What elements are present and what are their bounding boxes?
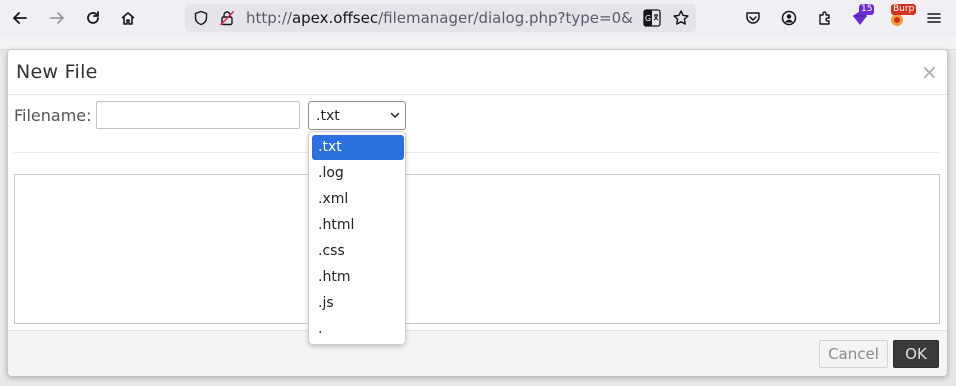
account-icon	[781, 10, 797, 26]
extension-option[interactable]: .html	[312, 213, 404, 238]
extension-selected-value: .txt	[316, 108, 340, 124]
close-icon[interactable]: ×	[921, 60, 938, 84]
url-bar[interactable]: http://apex.offsec/filemanager/dialog.ph…	[185, 4, 696, 32]
back-arrow-icon	[13, 12, 27, 24]
extension-option[interactable]: .htm	[312, 265, 404, 290]
extension-option[interactable]: .js	[312, 291, 404, 316]
burp-button[interactable]: Burp	[883, 4, 917, 30]
new-file-dialog: New File × Filename: .txt Cancel OK	[7, 49, 948, 376]
filename-label: Filename:	[14, 106, 92, 125]
pocket-icon	[746, 12, 760, 24]
url-host: apex.offsec	[291, 9, 379, 27]
extension-option[interactable]: .log	[312, 161, 404, 186]
forward-arrow-icon	[50, 12, 64, 24]
url-prefix: http://	[246, 9, 292, 27]
file-content-textarea[interactable]	[14, 174, 940, 324]
cancel-button[interactable]: Cancel	[819, 340, 888, 368]
insecure-lock-icon[interactable]	[219, 10, 235, 26]
extension-option[interactable]: .	[312, 317, 404, 342]
menu-button[interactable]	[920, 6, 948, 30]
bookmark-star-icon[interactable]	[672, 9, 690, 27]
extension-count-badge: 15	[859, 4, 875, 15]
extensions-button[interactable]	[811, 6, 839, 30]
filename-input[interactable]	[96, 101, 300, 129]
shield-icon[interactable]	[193, 10, 209, 26]
burp-label: Burp	[891, 4, 917, 15]
pocket-button[interactable]	[739, 6, 767, 30]
home-icon	[121, 12, 135, 25]
extensions-puzzle-icon	[819, 11, 830, 25]
chevron-down-icon	[390, 112, 400, 118]
reload-icon	[87, 11, 99, 24]
ok-button[interactable]: OK	[893, 340, 939, 368]
menu-icon	[927, 13, 941, 23]
reload-button[interactable]	[79, 6, 107, 30]
dialog-title: New File	[16, 61, 98, 83]
url-path: /filemanager/dialog.php?type=0&lang=	[378, 9, 634, 27]
extension-dropdown-list[interactable]: .txt .log .xml .html .css .htm .js .	[308, 131, 406, 345]
browser-toolbar: http://apex.offsec/filemanager/dialog.ph…	[0, 0, 956, 37]
account-button[interactable]	[775, 6, 803, 30]
form-divider	[14, 152, 939, 153]
extension-option[interactable]: .txt	[312, 135, 404, 160]
translate-icon[interactable]: G	[643, 9, 661, 27]
extension-badge-button[interactable]: 15	[846, 4, 875, 30]
url-text[interactable]: http://apex.offsec/filemanager/dialog.ph…	[246, 9, 634, 27]
home-button[interactable]	[114, 6, 142, 30]
extension-select[interactable]: .txt	[308, 101, 406, 130]
dialog-footer: Cancel OK	[8, 330, 947, 376]
header-divider	[8, 94, 947, 95]
forward-button[interactable]	[43, 6, 71, 30]
back-button[interactable]	[6, 6, 34, 30]
extension-option[interactable]: .xml	[312, 187, 404, 212]
extension-option[interactable]: .css	[312, 239, 404, 264]
svg-text:G: G	[645, 14, 651, 23]
